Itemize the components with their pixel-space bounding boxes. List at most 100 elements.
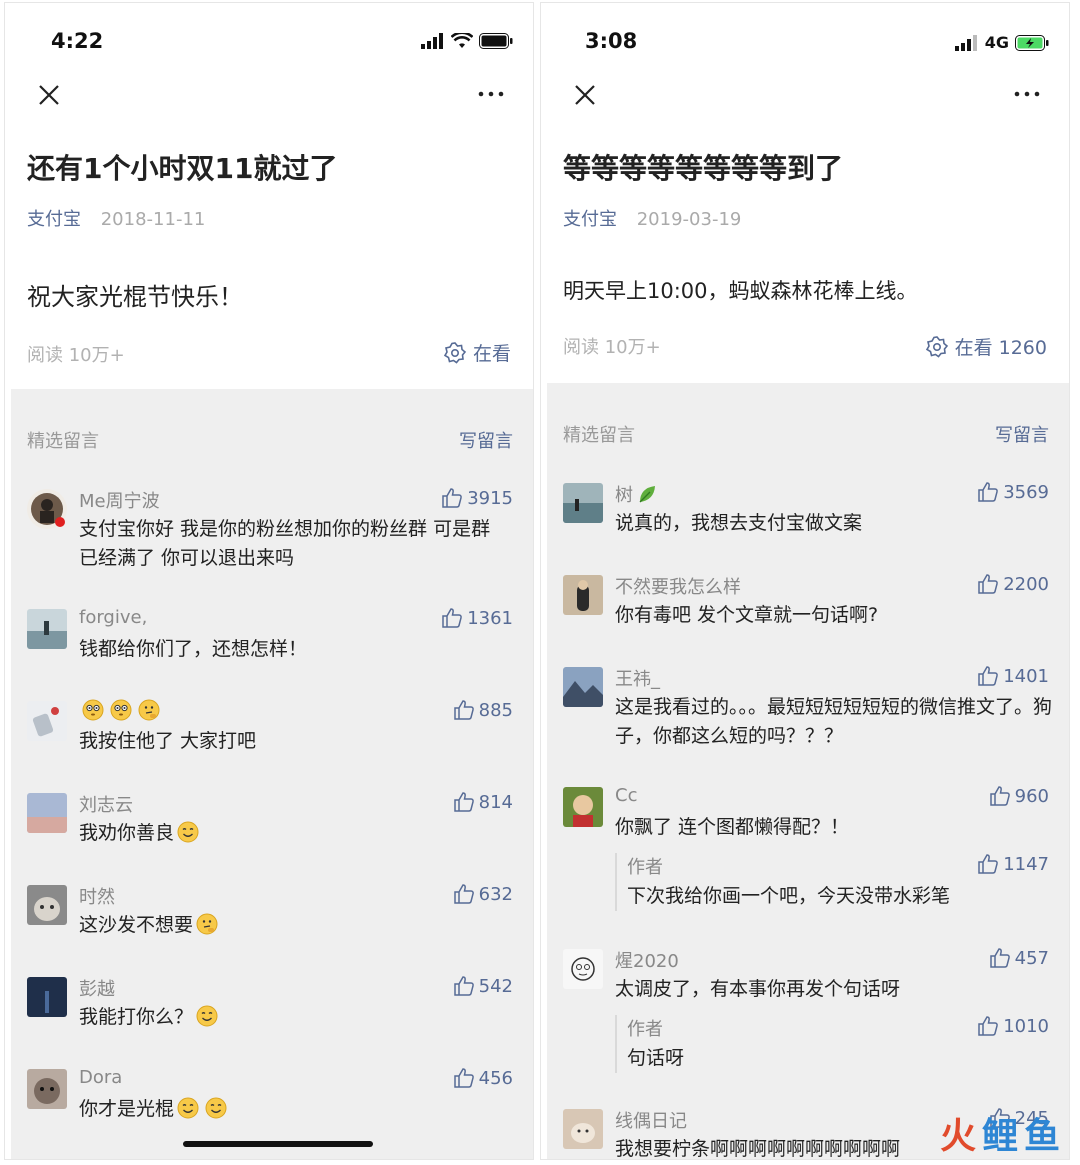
like-count: 1401 [1003, 665, 1049, 687]
write-comment-button[interactable]: 写留言 [995, 421, 1049, 447]
like-button[interactable]: 456 [453, 1067, 513, 1089]
smile-emoji [205, 1097, 227, 1119]
more-icon[interactable] [477, 87, 505, 101]
like-count: 960 [1014, 785, 1049, 807]
signal-icon [421, 33, 443, 49]
like-count: 542 [478, 975, 513, 997]
like-count: 1361 [467, 607, 513, 629]
comment-text: 这沙发不想要 [79, 914, 194, 936]
avatar[interactable] [563, 1109, 603, 1149]
like-count: 3569 [1003, 481, 1049, 503]
comment-item: 时然 632 这沙发不想要 [27, 883, 513, 943]
like-button[interactable]: 1361 [441, 607, 513, 629]
comment-item: Cc 960 你飘了 连个图都懒得配？！ 作者 1147 下次我给你画一个吧，今… [563, 785, 1049, 915]
avatar[interactable] [563, 667, 603, 707]
account-link[interactable]: 支付宝 [563, 209, 617, 230]
like-count: 814 [478, 791, 513, 813]
like-button[interactable]: 1147 [977, 853, 1049, 875]
comment-text: 我能打你么？ [79, 1006, 194, 1028]
commenter-name: 树 [615, 485, 633, 506]
author-reply: 作者 1147 下次我给你画一个吧，今天没带水彩笔 [615, 853, 1049, 911]
avatar[interactable] [27, 1069, 67, 1109]
avatar[interactable] [563, 483, 603, 523]
smile-emoji [177, 1097, 199, 1119]
thinking-emoji [138, 699, 160, 721]
comment-text: 我按住他了 大家打吧 [79, 730, 257, 752]
selected-comments-label: 精选留言 [563, 425, 635, 446]
avatar[interactable] [27, 977, 67, 1017]
avatar[interactable] [27, 609, 67, 649]
zaikan-button[interactable]: 在看 [443, 339, 511, 366]
comment-text: 你才是光棍 [79, 1098, 175, 1120]
comments-header: 精选留言 写留言 [563, 421, 1049, 451]
like-count: 2200 [1003, 573, 1049, 595]
avatar[interactable] [563, 787, 603, 827]
like-count: 885 [478, 699, 513, 721]
comment-item: 彭越 542 我能打你么？ [27, 975, 513, 1035]
comment-text: 你有毒吧 发个文章就一句话啊? [615, 604, 879, 626]
zaikan-label: 在看 1260 [954, 337, 1047, 359]
avatar[interactable] [27, 489, 67, 529]
comment-text-row: 你才是光棍 [79, 1095, 459, 1124]
article-title: 还有1个小时双11就过了 [27, 152, 338, 185]
like-button[interactable]: 814 [453, 791, 513, 813]
thumbs-up-icon [442, 488, 463, 508]
zaikan-button[interactable]: 在看 1260 [925, 333, 1047, 360]
status-bar: 4:22 [5, 25, 533, 61]
like-count: 632 [478, 883, 513, 905]
reply-text: 句话呀 [627, 1047, 685, 1069]
thumbs-up-icon [978, 854, 999, 874]
like-button[interactable]: 632 [453, 883, 513, 905]
comment-item: Dora 456 你才是光棍 [27, 1067, 513, 1127]
avatar[interactable] [563, 575, 603, 615]
status-icons [421, 33, 513, 49]
zaikan-icon [925, 335, 948, 358]
thumbs-up-icon [453, 792, 474, 812]
like-button[interactable]: 960 [989, 785, 1049, 807]
comments-header: 精选留言 写留言 [27, 427, 513, 457]
thumbs-up-icon [453, 884, 474, 904]
thumbs-up-icon [978, 666, 999, 686]
write-comment-button[interactable]: 写留言 [459, 427, 513, 453]
article-meta: 支付宝 2018-11-11 [27, 205, 205, 231]
comment-text: 这是我看过的。。。最短短短短短短的微信推文了。狗子，你都这么短的吗？？？ [615, 696, 1053, 747]
like-button[interactable]: 3569 [977, 481, 1049, 503]
like-count: 1147 [1003, 853, 1049, 875]
watermark-char-2: 鲤 [981, 1116, 1018, 1157]
avatar[interactable] [27, 793, 67, 833]
commenter-name: Cc [615, 785, 638, 806]
thumbs-up-icon [989, 786, 1010, 806]
comment-item: 刘志云 814 我劝你善良 [27, 791, 513, 851]
more-icon[interactable] [1013, 87, 1041, 101]
comment-item: 885 我按住他了 大家打吧 [27, 699, 513, 759]
flushed-emoji [110, 699, 132, 721]
like-button[interactable]: 2200 [977, 573, 1049, 595]
like-button[interactable]: 3915 [441, 487, 513, 509]
flushed-emoji [82, 699, 104, 721]
comment-text: 我想要柠条啊啊啊啊啊啊啊啊啊啊 [615, 1138, 901, 1160]
avatar[interactable] [563, 949, 603, 989]
close-icon[interactable] [571, 81, 599, 109]
zaikan-label: 在看 [472, 343, 511, 365]
commenter-name: 不然要我怎么样 [615, 577, 741, 598]
comment-text: 太调皮了，有本事你再发个句话呀 [615, 978, 901, 1000]
like-button[interactable]: 542 [453, 975, 513, 997]
smile-emoji [196, 1005, 218, 1027]
watermark-char-3: 鱼 [1023, 1116, 1060, 1157]
home-indicator[interactable] [183, 1141, 373, 1147]
like-button[interactable]: 1401 [977, 665, 1049, 687]
like-button[interactable]: 885 [453, 699, 513, 721]
like-button[interactable]: 1010 [977, 1015, 1049, 1037]
close-icon[interactable] [35, 81, 63, 109]
comments-panel: 精选留言 写留言 树 3569 说真的，我想去支付宝做文案 不然要我怎么样 22… [547, 383, 1069, 1159]
commenter-name: 线偶日记 [615, 1111, 687, 1132]
battery-charging-icon [1015, 34, 1049, 51]
commenter-name: 刘志云 [79, 795, 133, 816]
comment-item: 不然要我怎么样 2200 你有毒吧 发个文章就一句话啊? [563, 573, 1049, 633]
avatar[interactable] [27, 701, 67, 741]
article-body: 祝大家光棍节快乐！ [27, 283, 243, 311]
selected-comments-label: 精选留言 [27, 431, 99, 452]
account-link[interactable]: 支付宝 [27, 209, 81, 230]
like-button[interactable]: 457 [989, 947, 1049, 969]
avatar[interactable] [27, 885, 67, 925]
